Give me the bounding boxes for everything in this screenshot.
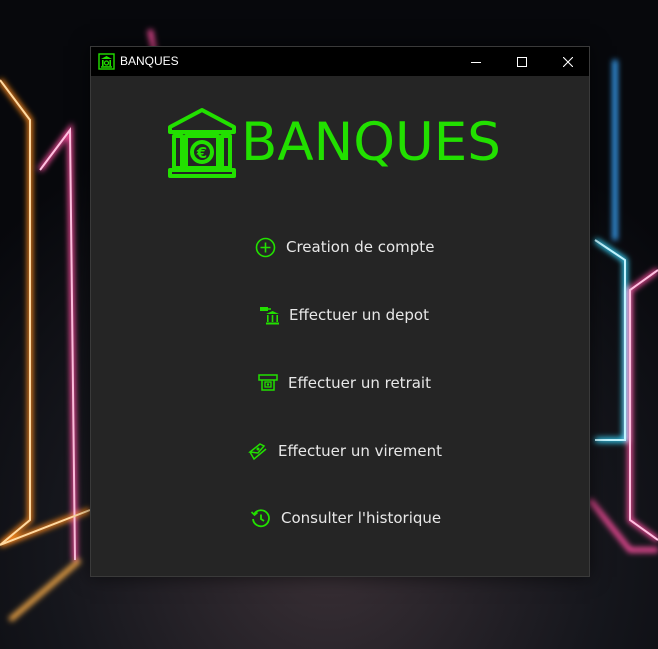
transfer-label: Effectuer un virement <box>278 442 442 460</box>
deposit-label: Effectuer un depot <box>289 306 429 324</box>
svg-text:€: € <box>196 144 207 162</box>
withdraw-label: Effectuer un retrait <box>288 374 431 392</box>
bank-icon <box>98 53 115 70</box>
title-bar[interactable]: BANQUES <box>91 47 589 76</box>
history-icon <box>250 508 270 527</box>
plus-circle-icon <box>255 237 276 257</box>
maximize-button[interactable] <box>499 47 545 76</box>
deposit-button[interactable]: Effectuer un depot <box>259 300 429 330</box>
create-account-button[interactable]: Creation de compte <box>255 232 434 262</box>
history-button[interactable]: Consulter l'historique <box>250 503 441 533</box>
withdraw-button[interactable]: Effectuer un retrait <box>258 368 431 398</box>
close-icon <box>563 56 573 67</box>
transfer-icon <box>248 443 267 461</box>
transfer-button[interactable]: Effectuer un virement <box>248 436 442 466</box>
close-button[interactable] <box>545 47 591 76</box>
create-account-label: Creation de compte <box>286 238 435 256</box>
brand-title: BANQUES <box>241 112 501 173</box>
app-window: BANQUES € BANQUES Creation de compte Eff… <box>90 46 590 577</box>
withdraw-cash-icon <box>258 374 278 391</box>
bank-euro-icon: € <box>168 108 236 178</box>
window-title: BANQUES <box>120 54 179 68</box>
history-label: Consulter l'historique <box>281 509 442 527</box>
maximize-icon <box>517 56 527 67</box>
deposit-bank-icon <box>260 307 279 325</box>
minimize-button[interactable] <box>453 47 499 76</box>
minimize-icon <box>471 61 481 63</box>
